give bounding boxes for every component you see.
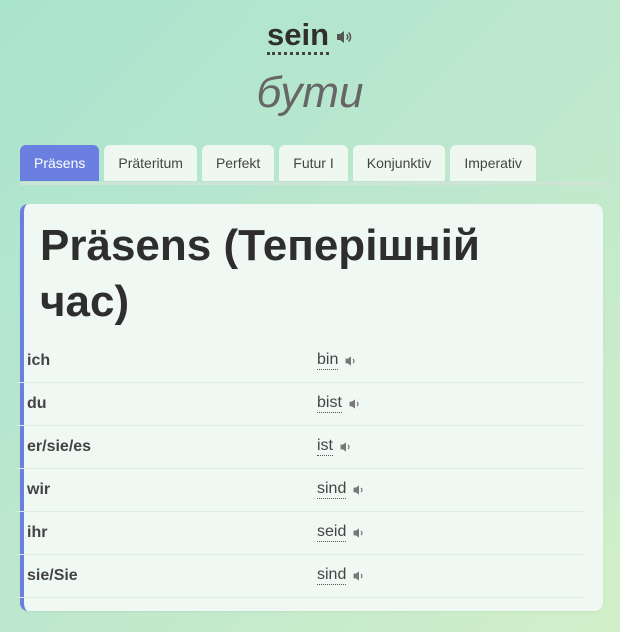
pronoun: er/sie/es [27, 437, 92, 455]
word-heading: sein [0, 18, 620, 55]
verb-text[interactable]: ist [317, 437, 333, 456]
speaker-icon[interactable] [352, 526, 366, 540]
table-row: wir sind [17, 468, 585, 512]
verb-text[interactable]: sind [317, 480, 347, 499]
word-text[interactable]: sein [266, 18, 330, 55]
speaker-icon[interactable] [352, 483, 366, 497]
pronoun: ich [27, 351, 51, 369]
tab-imperativ[interactable]: Imperativ [450, 145, 536, 181]
verb-text[interactable]: bin [317, 351, 339, 370]
table-row: ich bin [17, 339, 585, 383]
tense-tabs: Präsens Präteritum Perfekt Futur I Konju… [20, 145, 604, 185]
tab-futur-i[interactable]: Futur I [279, 145, 348, 181]
verb-text[interactable]: seid [317, 523, 347, 542]
card-title: Präsens (Теперішній час) [40, 221, 480, 326]
speaker-icon[interactable] [344, 354, 358, 368]
translation: бути [256, 68, 364, 117]
pronoun: ihr [27, 523, 48, 541]
speaker-icon[interactable] [339, 440, 353, 454]
verb-form: bin [317, 351, 358, 370]
verb-text[interactable]: sind [317, 566, 347, 585]
pronoun: wir [27, 480, 51, 498]
speaker-icon[interactable] [335, 28, 353, 46]
pronoun: sie/Sie [27, 566, 78, 584]
verb-form: sind [317, 480, 366, 499]
tab-konjunktiv[interactable]: Konjunktiv [352, 145, 446, 181]
table-row: sie/Sie sind [17, 554, 585, 598]
tab-prateritum[interactable]: Präteritum [104, 145, 197, 181]
table-row: er/sie/es ist [17, 425, 585, 469]
header: sein бути [0, 0, 620, 140]
verb-form: ist [317, 437, 353, 456]
speaker-icon[interactable] [352, 569, 366, 583]
table-row: du bist [17, 382, 585, 426]
tab-perfekt[interactable]: Perfekt [201, 145, 275, 181]
table-row: ihr seid [17, 511, 585, 555]
pronoun: du [27, 394, 47, 412]
verb-form: bist [317, 394, 362, 413]
speaker-icon[interactable] [348, 397, 362, 411]
verb-form: sind [317, 566, 366, 585]
verb-form: seid [317, 523, 366, 542]
verb-text[interactable]: bist [317, 394, 342, 413]
tab-prasens[interactable]: Präsens [20, 145, 100, 181]
